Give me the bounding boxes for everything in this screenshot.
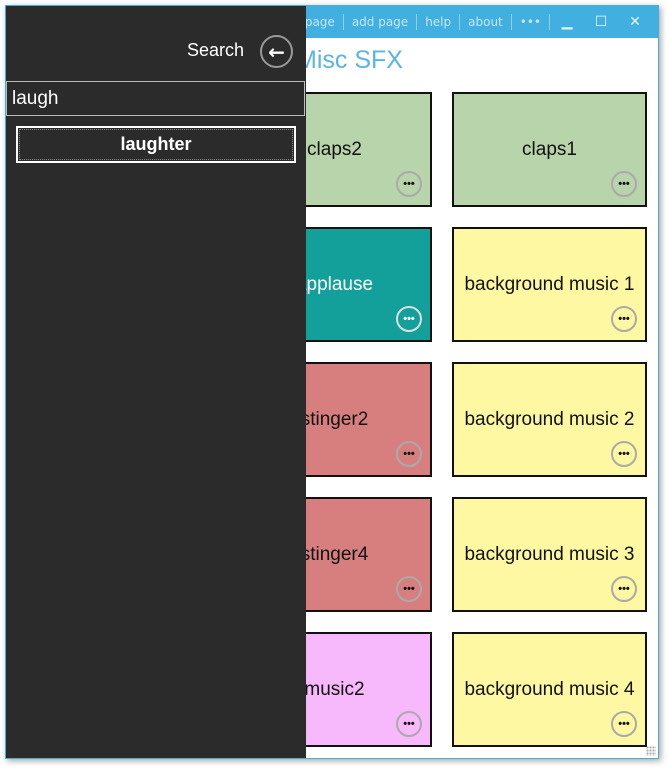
tile-more-icon[interactable]: ••• xyxy=(611,711,637,737)
search-panel: Search ← laughter xyxy=(6,6,306,758)
back-arrow-icon[interactable]: ← xyxy=(260,35,293,68)
sound-tile[interactable]: background music 4 ••• xyxy=(452,632,647,747)
tile-more-icon[interactable]: ••• xyxy=(396,306,422,332)
tile-label: background music 1 xyxy=(464,273,635,295)
sound-tile[interactable]: background music 2 ••• xyxy=(452,362,647,477)
more-menu-button[interactable]: ••• xyxy=(512,14,550,30)
tile-more-icon[interactable]: ••• xyxy=(611,576,637,602)
maximize-icon[interactable]: ☐ xyxy=(584,14,618,30)
minimize-icon[interactable]: ▁ xyxy=(550,14,584,30)
tile-label: applause xyxy=(295,273,374,295)
sound-tile[interactable]: background music 1 ••• xyxy=(452,227,647,342)
search-input[interactable] xyxy=(6,81,305,116)
help-button[interactable]: help xyxy=(417,14,461,30)
tile-label: background music 4 xyxy=(464,678,635,700)
resize-grip[interactable] xyxy=(646,746,656,756)
app-window: remove page add page help about ••• ▁ ☐ … xyxy=(5,5,659,759)
tile-label: stinger4 xyxy=(300,543,369,565)
add-page-button[interactable]: add page xyxy=(344,14,418,30)
close-icon[interactable]: ✕ xyxy=(618,14,652,30)
tile-more-icon[interactable]: ••• xyxy=(396,441,422,467)
tile-label: background music 3 xyxy=(464,543,635,565)
tile-label: claps2 xyxy=(307,138,362,160)
sound-tile[interactable]: background music 3 ••• xyxy=(452,497,647,612)
tile-label: background music 2 xyxy=(464,408,635,430)
about-button[interactable]: about xyxy=(460,14,512,30)
tile-more-icon[interactable]: ••• xyxy=(396,576,422,602)
sound-tile[interactable]: claps1 ••• xyxy=(452,92,647,207)
page-title: Misc SFX xyxy=(296,46,403,74)
search-panel-title: Search xyxy=(186,40,244,60)
tile-more-icon[interactable]: ••• xyxy=(611,306,637,332)
tile-more-icon[interactable]: ••• xyxy=(396,171,422,197)
tile-more-icon[interactable]: ••• xyxy=(611,171,637,197)
tile-label: stinger2 xyxy=(300,408,369,430)
tile-label: claps1 xyxy=(522,138,577,160)
tile-more-icon[interactable]: ••• xyxy=(396,711,422,737)
tile-more-icon[interactable]: ••• xyxy=(611,441,637,467)
tile-label: music2 xyxy=(304,678,365,700)
search-result-item[interactable]: laughter xyxy=(16,126,296,163)
